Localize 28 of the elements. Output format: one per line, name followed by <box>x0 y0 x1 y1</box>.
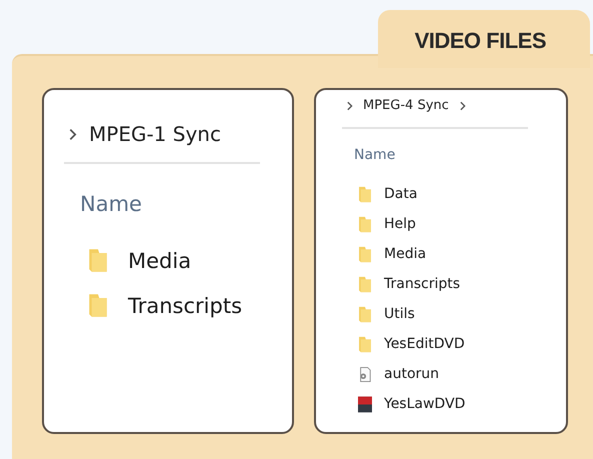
folder-icon <box>358 306 372 322</box>
breadcrumb-path[interactable]: MPEG-1 Sync <box>89 122 221 146</box>
folder-icon <box>358 276 372 292</box>
folder-icon <box>358 246 372 262</box>
folder-icon <box>358 216 372 232</box>
file-list-item[interactable]: YesLawDVD <box>342 389 566 419</box>
file-list-item[interactable]: Data <box>342 179 566 209</box>
chevron-right-icon[interactable] <box>68 128 77 140</box>
folder-icon <box>88 293 108 318</box>
file-list-item[interactable]: Media <box>342 239 566 269</box>
name-column-header[interactable]: Name <box>80 192 142 216</box>
chevron-right-icon[interactable] <box>458 100 466 110</box>
file-list-item[interactable]: autorun <box>342 359 566 389</box>
file-list-item[interactable]: Media <box>64 238 292 283</box>
folder-icon <box>358 186 372 202</box>
file-list-item[interactable]: Help <box>342 209 566 239</box>
name-column-header[interactable]: Name <box>354 147 396 163</box>
file-list-item[interactable]: Utils <box>342 299 566 329</box>
app-logo-icon <box>358 396 372 412</box>
chevron-right-icon[interactable] <box>346 100 353 110</box>
file-list-item[interactable]: Transcripts <box>342 269 566 299</box>
folder-tab-title: VIDEO FILES <box>414 28 546 54</box>
folder-icon <box>88 248 108 273</box>
file-list-item[interactable]: YesEditDVD <box>342 329 566 359</box>
folder-icon <box>358 336 372 352</box>
file-list-item[interactable]: Transcripts <box>64 283 292 328</box>
breadcrumb-path[interactable]: MPEG-4 Sync <box>363 98 449 113</box>
gear-file-icon <box>358 366 372 382</box>
